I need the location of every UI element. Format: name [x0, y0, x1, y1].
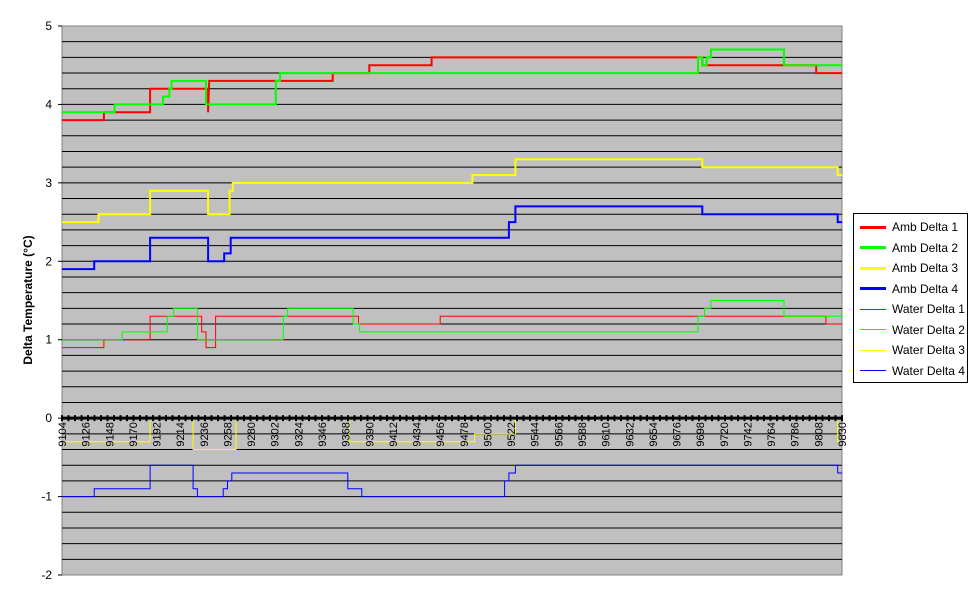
- x-tick-label: 9280: [246, 422, 258, 446]
- x-tick-label: 9478: [459, 422, 471, 446]
- legend-item-amb-delta-4: Amb Delta 4: [854, 279, 967, 300]
- legend-swatch: [860, 287, 886, 291]
- x-tick-label: 9170: [128, 422, 140, 446]
- y-tick-label: 1: [45, 333, 52, 347]
- legend-label: Amb Delta 3: [892, 261, 959, 276]
- legend-item-water-delta-3: Water Delta 3: [854, 340, 967, 361]
- legend-swatch: [860, 308, 886, 310]
- x-tick-label: 9434: [412, 422, 424, 446]
- y-tick-label: -2: [41, 568, 52, 582]
- legend-swatch: [860, 246, 886, 250]
- y-tick-label: 5: [45, 19, 52, 33]
- y-axis-title: Delta Temperature (°C): [21, 235, 35, 364]
- x-tick-label: 9324: [293, 422, 305, 446]
- y-tick-label: 3: [45, 176, 52, 190]
- legend-swatch: [860, 266, 886, 270]
- x-tick-label: 9654: [648, 422, 660, 446]
- legend-label: Water Delta 4: [892, 363, 965, 378]
- x-tick-label: 9676: [672, 422, 684, 446]
- x-tick-label: 9588: [577, 422, 589, 446]
- x-tick-label: 9456: [435, 422, 447, 446]
- x-tick-label: 9632: [624, 422, 636, 446]
- x-tick-label: 9522: [506, 422, 518, 446]
- y-tick-label: 2: [45, 254, 52, 268]
- x-tick-label: 9412: [388, 422, 400, 446]
- x-tick-label: 9742: [743, 422, 755, 446]
- x-tick-label: 9764: [766, 422, 778, 446]
- legend-item-water-delta-4: Water Delta 4: [854, 361, 967, 382]
- x-tick-label: 9214: [175, 422, 187, 446]
- x-tick-label: 9500: [483, 422, 495, 446]
- y-tick-label: 4: [45, 97, 52, 111]
- x-tick-label: 9610: [601, 422, 613, 446]
- x-tick-label: 9720: [719, 422, 731, 446]
- x-tick-label: 9104: [57, 422, 69, 446]
- delta-temperature-chart: -2 -1 0 1 2 3 4 5 9104 9126 9148 9170 9192 9214 9236 9…: [21, 19, 849, 582]
- x-tick-label: 9148: [104, 422, 116, 446]
- x-tick-label: 9808: [813, 422, 825, 446]
- y-tick-label: 0: [45, 411, 52, 425]
- x-tick-label: 9258: [223, 422, 235, 446]
- legend-swatch: [860, 370, 886, 372]
- y-tick-label: -1: [41, 490, 52, 504]
- x-tick-label: 9830: [837, 422, 849, 446]
- x-tick-label: 9544: [530, 422, 542, 446]
- legend-swatch: [860, 225, 886, 229]
- x-tick-label: 9368: [341, 422, 353, 446]
- legend-label: Water Delta 2: [892, 322, 965, 337]
- legend-label: Water Delta 1: [892, 302, 965, 317]
- x-tick-label: 9698: [695, 422, 707, 446]
- legend-swatch: [860, 329, 886, 331]
- legend-label: Amb Delta 4: [892, 281, 959, 296]
- x-tick-label: 9786: [790, 422, 802, 446]
- x-tick-label: 9566: [553, 422, 565, 446]
- legend-label: Water Delta 3: [892, 343, 965, 358]
- legend-item-amb-delta-2: Amb Delta 2: [854, 238, 967, 259]
- x-tick-label: 9390: [364, 422, 376, 446]
- legend-item-amb-delta-1: Amb Delta 1: [854, 217, 967, 238]
- legend: Amb Delta 1 Amb Delta 2 Amb Delta 3 Amb Del…: [853, 213, 968, 383]
- x-tick-label: 9302: [270, 422, 282, 446]
- legend-label: Amb Delta 1: [892, 220, 959, 235]
- legend-item-water-delta-2: Water Delta 2: [854, 320, 967, 341]
- y-axis-tick-labels: -2 -1 0 1 2 3 4 5: [41, 19, 62, 582]
- legend-item-amb-delta-3: Amb Delta 3: [854, 258, 967, 279]
- x-tick-label: 9126: [81, 422, 93, 446]
- legend-item-water-delta-1: Water Delta 1: [854, 299, 967, 320]
- x-tick-label: 9346: [317, 422, 329, 446]
- legend-swatch: [860, 349, 886, 351]
- x-tick-label: 9192: [152, 422, 164, 446]
- x-tick-label: 9236: [199, 422, 211, 446]
- legend-label: Amb Delta 2: [892, 240, 959, 255]
